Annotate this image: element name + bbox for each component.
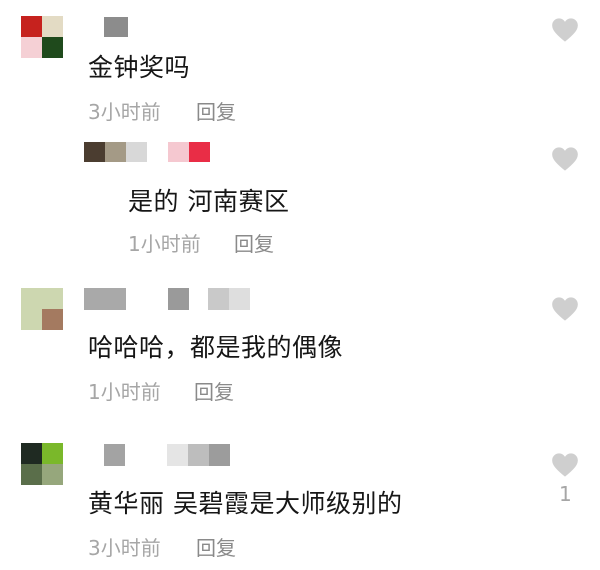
- reply-button[interactable]: 回复: [196, 96, 236, 125]
- avatar[interactable]: [21, 16, 63, 58]
- avatar[interactable]: [21, 288, 63, 330]
- heart-icon[interactable]: [551, 146, 579, 172]
- reply-button[interactable]: 回复: [196, 532, 236, 561]
- comment-text: 哈哈哈，都是我的偶像: [88, 333, 344, 362]
- reply-button[interactable]: 回复: [234, 228, 274, 257]
- username-blurred[interactable]: [84, 142, 210, 162]
- comment-time: 1小时前: [88, 380, 161, 404]
- comment-text: 金钟奖吗: [88, 53, 191, 82]
- heart-icon[interactable]: [551, 296, 579, 322]
- comment-text: 是的 河南赛区: [128, 187, 290, 216]
- comment-text: 黄华丽 吴碧霞是大师级别的: [88, 489, 403, 518]
- comment-time: 1小时前: [128, 232, 201, 256]
- username-blurred[interactable]: [104, 17, 128, 37]
- like-count: 1: [559, 482, 572, 506]
- username-blurred[interactable]: [84, 288, 250, 310]
- heart-icon[interactable]: [551, 452, 579, 478]
- reply-button[interactable]: 回复: [194, 376, 234, 405]
- avatar[interactable]: [21, 443, 63, 485]
- comment-time: 3小时前: [88, 100, 161, 124]
- comment-time: 3小时前: [88, 536, 161, 560]
- heart-icon[interactable]: [551, 17, 579, 43]
- username-blurred[interactable]: [104, 444, 230, 466]
